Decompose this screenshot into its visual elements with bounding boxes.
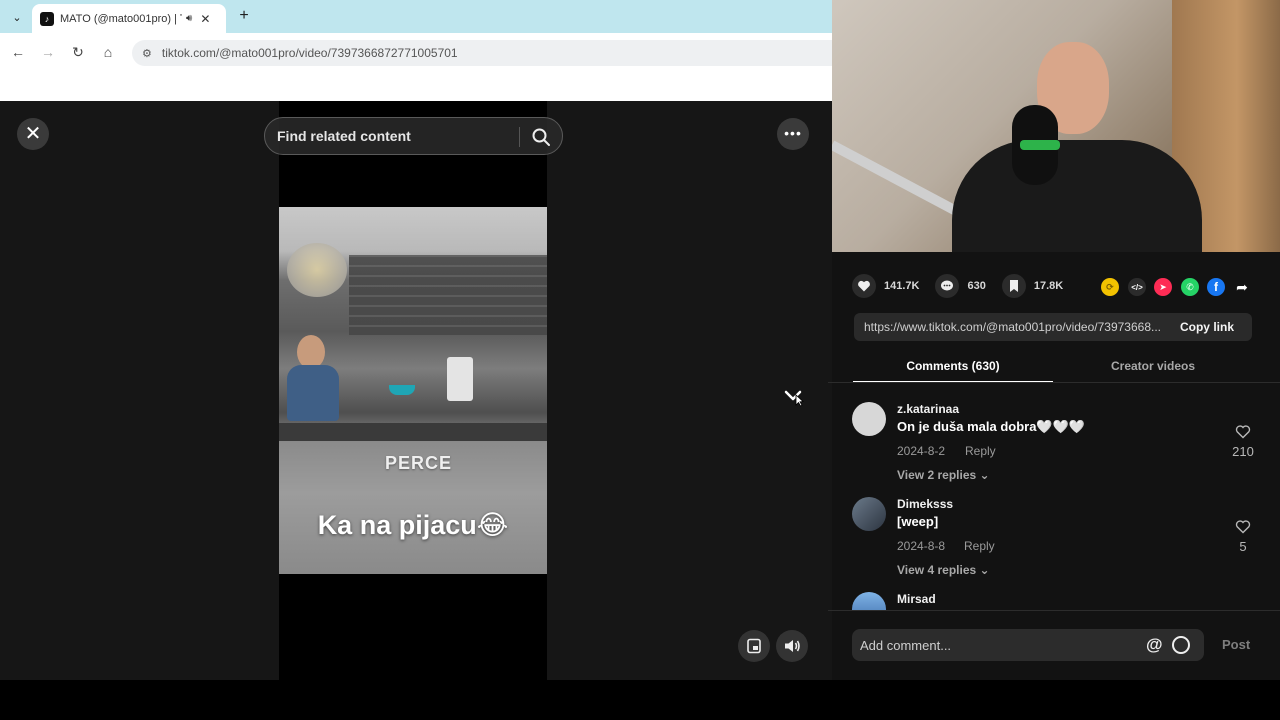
comment-username[interactable]: Dimeksss bbox=[897, 497, 953, 511]
comment-like-icon[interactable] bbox=[1228, 519, 1258, 537]
volume-icon bbox=[785, 640, 800, 652]
comment-date: 2024-8-8 bbox=[897, 539, 946, 553]
video-caption-main: Ka na pijacu😂 bbox=[317, 510, 509, 540]
comment-item: Dimeksss [weep] 2024-8-8 Reply 5 View 4 … bbox=[852, 497, 1262, 577]
video-counter bbox=[279, 423, 547, 441]
audio-playing-icon[interactable]: 🔊︎ bbox=[186, 13, 192, 24]
browser-tab[interactable]: ♪ MATO (@mato001pro) | Tik 🔊︎ ✕ bbox=[32, 4, 226, 33]
comment-list[interactable]: z.katarinaa On je duša mala dobra🤍🤍🤍 202… bbox=[828, 384, 1280, 610]
whatsapp-icon[interactable]: ✆ bbox=[1181, 278, 1199, 296]
view-replies-button[interactable]: View 4 replies ⌄ bbox=[897, 563, 990, 577]
reply-button[interactable]: Reply bbox=[964, 539, 995, 553]
post-button[interactable]: Post bbox=[1222, 637, 1256, 652]
bookmark-icon[interactable] bbox=[1001, 274, 1026, 298]
mini-player-button[interactable] bbox=[738, 630, 770, 662]
comment-username[interactable]: Mirsad bbox=[897, 592, 936, 606]
copy-link-row: https://www.tiktok.com/@mato001pro/video… bbox=[854, 313, 1252, 341]
comment-item: Mirsad bbox=[852, 592, 1262, 610]
comment-like-count: 5 bbox=[1239, 539, 1247, 554]
tab-comments[interactable]: Comments (630) bbox=[853, 352, 1053, 383]
webcam-person-body bbox=[952, 140, 1202, 252]
search-icon[interactable] bbox=[531, 127, 551, 147]
facebook-icon[interactable]: f bbox=[1207, 278, 1225, 296]
video-caption-top: PERCE bbox=[384, 453, 452, 473]
video-lamp bbox=[287, 243, 347, 297]
comment-text: On je duša mala dobra🤍🤍🤍 bbox=[897, 419, 1085, 434]
comment-date: 2024-8-2 bbox=[897, 444, 946, 458]
address-url: tiktok.com/@mato001pro/video/73973668727… bbox=[161, 46, 458, 60]
forward-button[interactable]: → bbox=[38, 42, 58, 62]
comment-text: [weep] bbox=[897, 514, 939, 529]
send-to-friends-icon[interactable]: ➤ bbox=[1154, 278, 1172, 296]
webcam-overlay bbox=[832, 0, 1280, 252]
avatar[interactable] bbox=[852, 402, 886, 436]
comment-like-icon[interactable] bbox=[1228, 424, 1258, 442]
comment-like-count: 210 bbox=[1232, 444, 1254, 459]
tiktok-favicon-icon: ♪ bbox=[40, 11, 54, 26]
share-arrow-icon[interactable]: ➦ bbox=[1233, 278, 1251, 296]
emoji-icon[interactable] bbox=[1172, 636, 1190, 654]
comment-bubble-icon[interactable] bbox=[935, 274, 960, 298]
tab-title: MATO (@mato001pro) | Tik bbox=[60, 12, 182, 25]
video-bowl bbox=[389, 385, 415, 395]
video-child-body bbox=[287, 365, 339, 421]
site-info-icon[interactable]: ⚙ bbox=[142, 47, 152, 60]
video-link[interactable]: https://www.tiktok.com/@mato001pro/video… bbox=[854, 320, 1164, 334]
save-count: 17.8K bbox=[1033, 280, 1064, 292]
view-replies-button[interactable]: View 2 replies ⌄ bbox=[897, 468, 990, 482]
page-top-strip bbox=[0, 71, 832, 101]
copy-link-button[interactable]: Copy link bbox=[1164, 320, 1250, 334]
bottom-black-bar bbox=[0, 680, 1280, 720]
comment-composer[interactable]: @ bbox=[852, 629, 1204, 661]
video-wall bbox=[349, 255, 547, 335]
reload-button[interactable]: ↻ bbox=[68, 42, 88, 62]
new-tab-button[interactable]: + bbox=[235, 7, 253, 25]
tabs-divider bbox=[828, 382, 1280, 383]
close-player-button[interactable]: ✕ bbox=[17, 118, 49, 150]
comment-action[interactable]: 630 bbox=[935, 274, 986, 298]
related-search-input[interactable] bbox=[277, 128, 517, 144]
repost-icon[interactable]: ⟳ bbox=[1101, 278, 1119, 296]
chevron-down-icon: ⌄ bbox=[979, 468, 990, 482]
avatar[interactable] bbox=[852, 592, 886, 610]
home-button[interactable]: ⌂ bbox=[98, 42, 118, 62]
search-divider bbox=[519, 127, 520, 147]
next-video-chevron-icon[interactable] bbox=[781, 383, 805, 407]
like-action[interactable]: 141.7K bbox=[852, 274, 919, 298]
reply-button[interactable]: Reply bbox=[965, 444, 996, 458]
comment-count: 630 bbox=[967, 280, 986, 292]
like-count: 141.7K bbox=[884, 280, 920, 292]
view-replies-label: View 4 replies bbox=[897, 563, 977, 577]
chevron-down-icon: ⌄ bbox=[979, 563, 990, 577]
webcam-mic-ring bbox=[1020, 140, 1060, 150]
more-options-button[interactable]: ••• bbox=[777, 118, 809, 150]
volume-button[interactable] bbox=[776, 630, 808, 662]
comment-username[interactable]: z.katarinaa bbox=[897, 402, 959, 416]
avatar[interactable] bbox=[852, 497, 886, 531]
save-action[interactable]: 17.8K bbox=[1001, 274, 1064, 298]
tab-creator-videos[interactable]: Creator videos bbox=[1053, 352, 1253, 383]
composer-divider bbox=[828, 610, 1280, 611]
related-search-box[interactable] bbox=[264, 117, 563, 155]
close-tab-icon[interactable]: ✕ bbox=[200, 12, 210, 26]
embed-code-icon[interactable]: </> bbox=[1128, 278, 1146, 296]
video-coffee-machine bbox=[447, 357, 473, 401]
picture-in-picture-icon bbox=[747, 638, 761, 654]
mention-icon[interactable]: @ bbox=[1146, 635, 1163, 655]
heart-icon[interactable] bbox=[852, 274, 876, 298]
address-bar[interactable]: ⚙ tiktok.com/@mato001pro/video/739736687… bbox=[132, 40, 832, 66]
comment-item: z.katarinaa On je duša mala dobra🤍🤍🤍 202… bbox=[852, 402, 1262, 482]
video-child-head bbox=[297, 335, 325, 369]
back-button[interactable]: ← bbox=[8, 42, 28, 62]
tab-search-button[interactable]: ⌄ bbox=[6, 6, 28, 28]
view-replies-label: View 2 replies bbox=[897, 468, 977, 482]
comment-input[interactable] bbox=[860, 637, 1140, 653]
